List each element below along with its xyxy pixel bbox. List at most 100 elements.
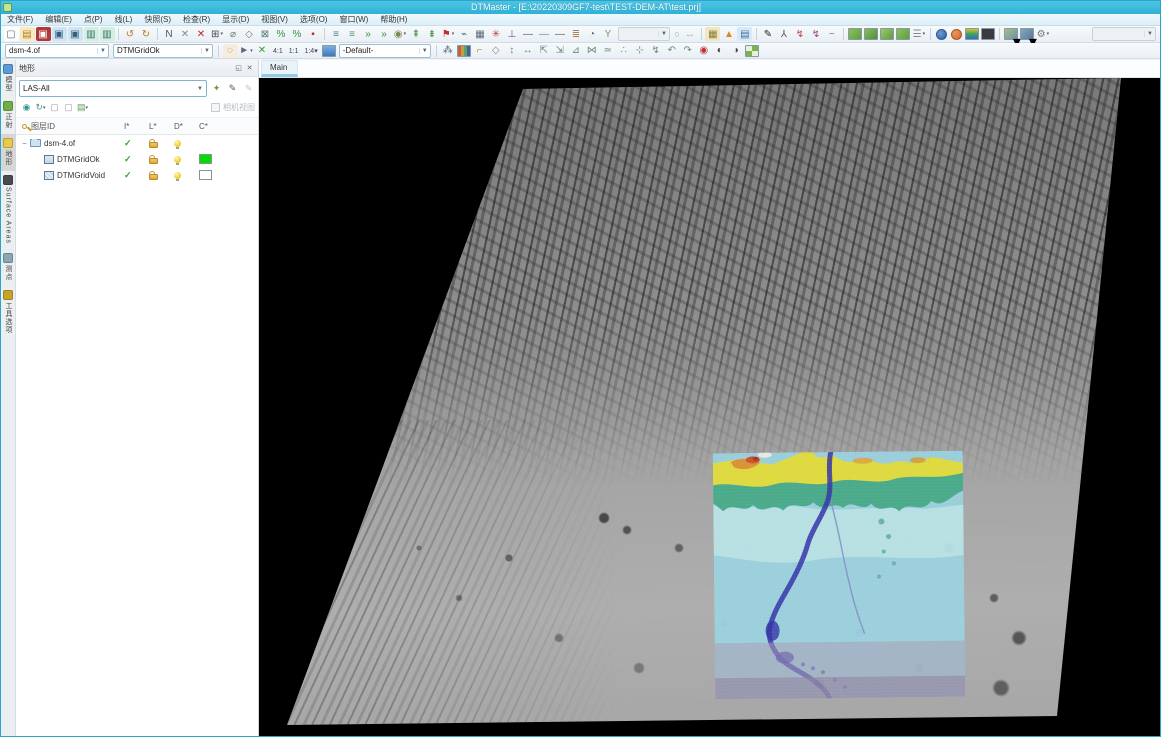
monitor-icon[interactable] [321,44,336,57]
level-tool-icon[interactable]: ⊥ [505,27,520,41]
redo-icon[interactable]: ↻ [139,27,154,41]
menu-item-8[interactable]: 视图(V) [255,14,294,26]
delete-filter-button[interactable]: ✎ [242,82,255,95]
menu-item-6[interactable]: 检查(R) [177,14,216,26]
finish-flag-icon[interactable] [744,44,759,57]
edit-list-icon[interactable]: ▤ ▾ [76,101,89,114]
pen-black-icon[interactable]: ✎ [760,27,775,41]
tree-row-dsm-4.of[interactable]: − dsm-4.of ✓ [16,135,258,151]
zoom-4-1-button[interactable]: 4:1 [270,44,286,57]
corner-nw-icon[interactable]: ⇱ [536,44,551,58]
undo-icon[interactable]: ↺ [123,27,138,41]
hline-3-icon[interactable]: — [553,27,568,41]
image-mode-1-icon[interactable]: ▾ [1003,28,1021,51]
snap-cross-icon[interactable]: ✕ [255,44,270,58]
report-icon[interactable]: ▤ [737,27,753,41]
histogram-icon[interactable] [456,44,471,57]
unlocked-icon[interactable] [149,142,158,148]
stop-icon[interactable]: ▪ [306,27,321,41]
cross-points-icon[interactable]: ⊹ [632,44,647,58]
paste-item-icon[interactable]: ▢ [62,101,75,114]
collapse-icon[interactable]: − [20,139,29,148]
hline-1-icon[interactable]: — [521,27,536,41]
tree-row-dtmgridvoid[interactable]: DTMGridVoid ✓ [16,167,258,183]
side-tab-测点[interactable]: 测点 [1,249,16,286]
chevron-down-icon[interactable]: ▾ [314,48,318,55]
lock-column-header[interactable]: L* [149,122,174,131]
side-tab-地形[interactable]: 地形 [0,134,16,171]
ortho-thumb-2-icon[interactable] [863,28,878,40]
visibility-bulb-icon[interactable] [174,139,181,149]
side-tab-模型[interactable]: 模型 [1,60,16,97]
fit-width-icon[interactable]: ↔ [682,27,697,41]
new-file-icon[interactable]: ▢ [3,27,19,41]
edit-filter-button[interactable]: ✎ [226,82,239,95]
zoom-1-4-button[interactable]: 1:4▾ [301,44,320,57]
menu-item-1[interactable]: 文件(F) [1,14,39,26]
chevron-down-icon[interactable]: ▾ [43,105,46,111]
grow-up-icon[interactable]: ⇞ [409,27,424,41]
chevron-down-icon[interactable]: ▾ [1047,31,1050,37]
elevation-palette-icon[interactable] [964,28,979,40]
imported-check-icon[interactable]: ✓ [124,170,132,181]
measure-updown-icon[interactable]: ↕ [504,44,519,58]
close-panel-icon[interactable]: ✕ [244,63,255,74]
orbit-left-icon[interactable]: ◐ [712,44,727,58]
paste-view-icon[interactable]: ▣ [67,27,83,41]
orbit-right-icon[interactable]: ◑ [728,44,743,58]
ortho-thumb-4-icon[interactable] [895,28,910,40]
menu-item-11[interactable]: 帮助(H) [374,14,413,26]
route-purple-icon[interactable]: ↯ [808,27,823,41]
filter-y-icon[interactable]: Y [601,27,616,41]
run-filter-icon[interactable]: » [361,27,376,41]
curve-tool-icon[interactable]: ~ [824,27,839,41]
grid-select-icon[interactable]: ⊞ ▾ [210,27,225,41]
point-tool-icon[interactable]: ◉ ▾ [393,27,408,41]
unlocked-icon[interactable] [149,158,158,164]
chevron-down-icon[interactable]: ▾ [452,31,455,37]
layer-view-icon[interactable]: ≡ [329,27,344,41]
image-mode-2-icon[interactable]: ▾ [1019,28,1037,51]
imported-check-icon[interactable]: ✓ [124,138,132,149]
lines-mode-icon[interactable]: ☰ ▾ [911,27,926,41]
add-filter-button[interactable]: ✦ [210,82,223,95]
chevron-down-icon[interactable]: ▼ [418,47,430,54]
run-filter-2-icon[interactable]: » [377,27,392,41]
open-folder-icon[interactable]: ▤ [19,27,35,41]
tree-row-dtmgridok[interactable]: DTMGridOk ✓ [16,151,258,167]
copy-item-icon[interactable]: ▢ [48,101,61,114]
chevron-down-icon[interactable]: ▼ [97,47,108,54]
view-mode-combo[interactable]: -Default- ▼ [338,43,431,58]
layer-combo[interactable]: dsm-4.of ▼ [5,43,109,58]
zoom-sector-icon[interactable]: ◔ [585,27,600,41]
eraser-icon[interactable]: ⌀ [226,27,241,41]
chevron-down-icon[interactable]: ▾ [220,31,223,37]
shaded-view-icon[interactable] [980,28,995,40]
menu-item-2[interactable]: 编辑(E) [39,14,78,26]
walk-tool-icon[interactable]: ⅄ [776,27,791,41]
camera-view-checkbox[interactable]: 相机视图 [211,102,255,113]
menu-item-3[interactable]: 点(P) [78,14,109,26]
visibility-bulb-icon[interactable] [174,171,181,181]
shield-icon[interactable]: ◇ [488,44,503,58]
lock-edit-icon[interactable]: ⌐ [472,44,487,58]
warning-icon[interactable]: ▲ [721,27,736,41]
chevron-down-icon[interactable]: ▾ [250,48,253,54]
hline-2-icon[interactable]: — [537,27,552,41]
visibility-bulb-icon[interactable] [174,155,181,165]
class-combo[interactable]: DTMGridOk ▼ [113,43,213,58]
import-column-header[interactable]: I* [124,122,149,131]
float-panel-icon[interactable]: ◱ [233,63,244,74]
chevron-down-icon[interactable]: ▾ [86,105,89,111]
value-combo[interactable]: ▼ [618,27,670,41]
count-field[interactable]: 0 [672,28,682,41]
chevron-down-icon[interactable]: ▼ [658,31,669,37]
chevron-down-icon[interactable]: ▼ [194,86,206,92]
menu-item-4[interactable]: 线(L) [109,14,139,26]
chevron-down-icon[interactable]: ▼ [201,47,212,54]
cursor-mode-icon[interactable]: ► ▾ [239,44,254,58]
side-tab-surface-areas[interactable]: Surface Areas [1,171,16,249]
zoom-1-1-button[interactable]: 1:1 [286,44,302,57]
layer-color-swatch[interactable] [199,170,212,180]
measure-leftright-icon[interactable]: ↔ [520,44,535,58]
